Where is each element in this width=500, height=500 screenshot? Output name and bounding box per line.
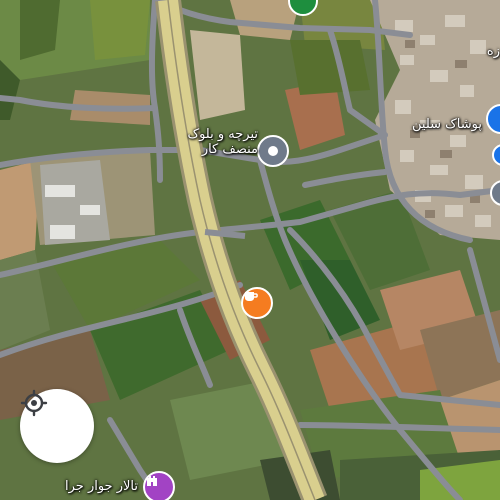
tiroche-label: تیرچه و بلوک منصف کار [187, 127, 258, 157]
hall-label: تالار جوار جرا [65, 479, 138, 494]
location-pin-icon[interactable] [257, 135, 289, 167]
coffee-cup-icon[interactable] [241, 287, 273, 319]
top-right-label: زه [486, 44, 500, 59]
clothing-label: پوشاک سلین [412, 117, 482, 132]
my-location-button[interactable] [20, 389, 94, 463]
crosshair-icon [20, 389, 48, 417]
satellite-map[interactable]: تیرچه و بلوک منصف کار پوشاک سلین زه تالا… [0, 0, 500, 500]
castle-icon[interactable] [143, 471, 175, 500]
